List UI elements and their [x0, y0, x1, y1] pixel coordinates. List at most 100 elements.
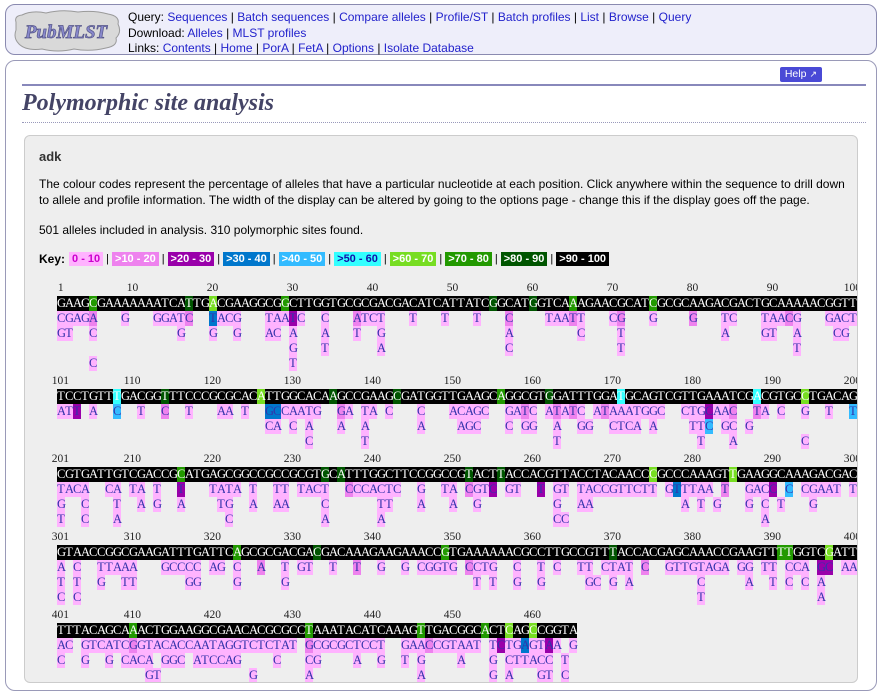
consensus-base[interactable]: C — [129, 467, 137, 482]
consensus-base[interactable]: T — [849, 545, 857, 560]
consensus-base[interactable]: T — [721, 467, 729, 482]
consensus-base[interactable]: T — [57, 389, 65, 404]
consensus-base[interactable]: A — [785, 467, 794, 482]
consensus-base[interactable]: G — [657, 296, 666, 311]
variant-base[interactable]: G — [609, 482, 618, 497]
variant-base[interactable]: G — [449, 560, 458, 575]
variant-base[interactable]: T — [641, 482, 649, 497]
consensus-base[interactable]: G — [825, 296, 834, 311]
consensus-base[interactable]: C — [329, 467, 337, 482]
variant-base[interactable]: T — [681, 560, 689, 575]
consensus-base[interactable]: G — [537, 296, 546, 311]
variant-base[interactable]: A — [721, 326, 730, 341]
variant-base[interactable]: A — [337, 419, 346, 434]
variant-base[interactable]: C — [97, 638, 105, 653]
variant-base[interactable]: G — [433, 560, 442, 575]
variant-base[interactable]: A — [305, 482, 314, 497]
consensus-base[interactable]: T — [577, 389, 585, 404]
variant-base[interactable]: T — [681, 482, 689, 497]
consensus-base[interactable]: T — [313, 467, 321, 482]
variant-base[interactable]: A — [505, 668, 514, 682]
variant-base[interactable]: A — [217, 311, 226, 326]
consensus-base[interactable]: T — [593, 545, 601, 560]
consensus-base[interactable]: T — [569, 389, 577, 404]
consensus-base[interactable]: G — [281, 623, 290, 638]
variant-base[interactable]: T — [105, 560, 113, 575]
consensus-base[interactable]: A — [337, 467, 346, 482]
consensus-base[interactable]: G — [241, 545, 250, 560]
variant-base[interactable]: C — [105, 482, 113, 497]
consensus-base[interactable]: T — [209, 545, 217, 560]
variant-base[interactable]: C — [561, 512, 569, 527]
variant-base[interactable]: G — [513, 575, 522, 590]
consensus-base[interactable]: A — [745, 545, 754, 560]
consensus-base[interactable]: C — [313, 389, 321, 404]
consensus-base[interactable]: T — [609, 545, 617, 560]
consensus-base[interactable]: T — [425, 623, 433, 638]
variant-base[interactable]: A — [505, 326, 514, 341]
variant-base[interactable]: C — [161, 404, 169, 419]
consensus-base[interactable]: C — [537, 467, 545, 482]
consensus-base[interactable]: T — [601, 545, 609, 560]
consensus-base[interactable]: C — [777, 467, 785, 482]
consensus-base[interactable]: C — [169, 296, 177, 311]
consensus-base[interactable]: G — [457, 467, 466, 482]
variant-base[interactable]: T — [585, 560, 593, 575]
consensus-base[interactable]: C — [225, 545, 233, 560]
variant-base[interactable]: C — [89, 356, 97, 371]
consensus-base[interactable]: T — [193, 296, 201, 311]
variant-base[interactable]: C — [801, 575, 809, 590]
consensus-base[interactable]: C — [193, 389, 201, 404]
variant-base[interactable]: C — [465, 482, 473, 497]
consensus-base[interactable]: T — [809, 389, 817, 404]
consensus-base[interactable]: T — [97, 467, 105, 482]
variant-base[interactable]: C — [697, 575, 705, 590]
consensus-base[interactable]: G — [489, 296, 498, 311]
variant-base[interactable]: G — [233, 575, 242, 590]
variant-base[interactable]: T — [185, 404, 193, 419]
consensus-base[interactable]: A — [361, 623, 370, 638]
consensus-base[interactable]: G — [625, 389, 634, 404]
consensus-base[interactable]: G — [321, 545, 330, 560]
consensus-base[interactable]: A — [385, 623, 394, 638]
consensus-base[interactable]: C — [257, 467, 265, 482]
consensus-base[interactable]: C — [633, 545, 641, 560]
consensus-base[interactable]: T — [489, 467, 497, 482]
variant-base[interactable]: C — [185, 560, 193, 575]
consensus-base[interactable]: C — [145, 623, 153, 638]
consensus-base[interactable]: A — [361, 545, 370, 560]
variant-base[interactable]: T — [289, 638, 297, 653]
consensus-base[interactable]: G — [465, 623, 474, 638]
variant-base[interactable]: G — [233, 638, 242, 653]
variant-base[interactable]: C — [625, 419, 633, 434]
consensus-base[interactable]: G — [393, 296, 402, 311]
consensus-base[interactable]: A — [561, 296, 570, 311]
variant-base[interactable]: A — [281, 638, 290, 653]
consensus-base[interactable]: G — [377, 467, 386, 482]
consensus-base[interactable]: A — [513, 623, 522, 638]
consensus-base[interactable]: G — [713, 467, 722, 482]
variant-base[interactable]: T — [273, 482, 281, 497]
consensus-base[interactable]: C — [489, 389, 497, 404]
consensus-base[interactable]: T — [553, 545, 561, 560]
variant-base[interactable]: A — [585, 497, 594, 512]
variant-base[interactable]: T — [385, 497, 393, 512]
variant-base[interactable]: T — [609, 560, 617, 575]
variant-base[interactable]: C — [505, 653, 513, 668]
consensus-base[interactable]: A — [233, 623, 242, 638]
consensus-base[interactable]: G — [585, 296, 594, 311]
consensus-base[interactable]: A — [401, 623, 410, 638]
consensus-base[interactable]: A — [137, 296, 146, 311]
variant-base[interactable]: A — [57, 404, 66, 419]
variant-base[interactable]: T — [769, 575, 777, 590]
variant-base[interactable]: T — [321, 341, 329, 356]
consensus-base[interactable]: T — [177, 545, 185, 560]
variant-base[interactable]: C — [633, 482, 641, 497]
consensus-base[interactable]: G — [585, 545, 594, 560]
consensus-base[interactable]: G — [153, 389, 162, 404]
variant-base[interactable]: A — [73, 311, 82, 326]
consensus-base[interactable]: T — [57, 623, 65, 638]
variant-base[interactable]: T — [545, 668, 553, 682]
consensus-base[interactable]: A — [113, 296, 122, 311]
consensus-base[interactable]: A — [753, 389, 762, 404]
